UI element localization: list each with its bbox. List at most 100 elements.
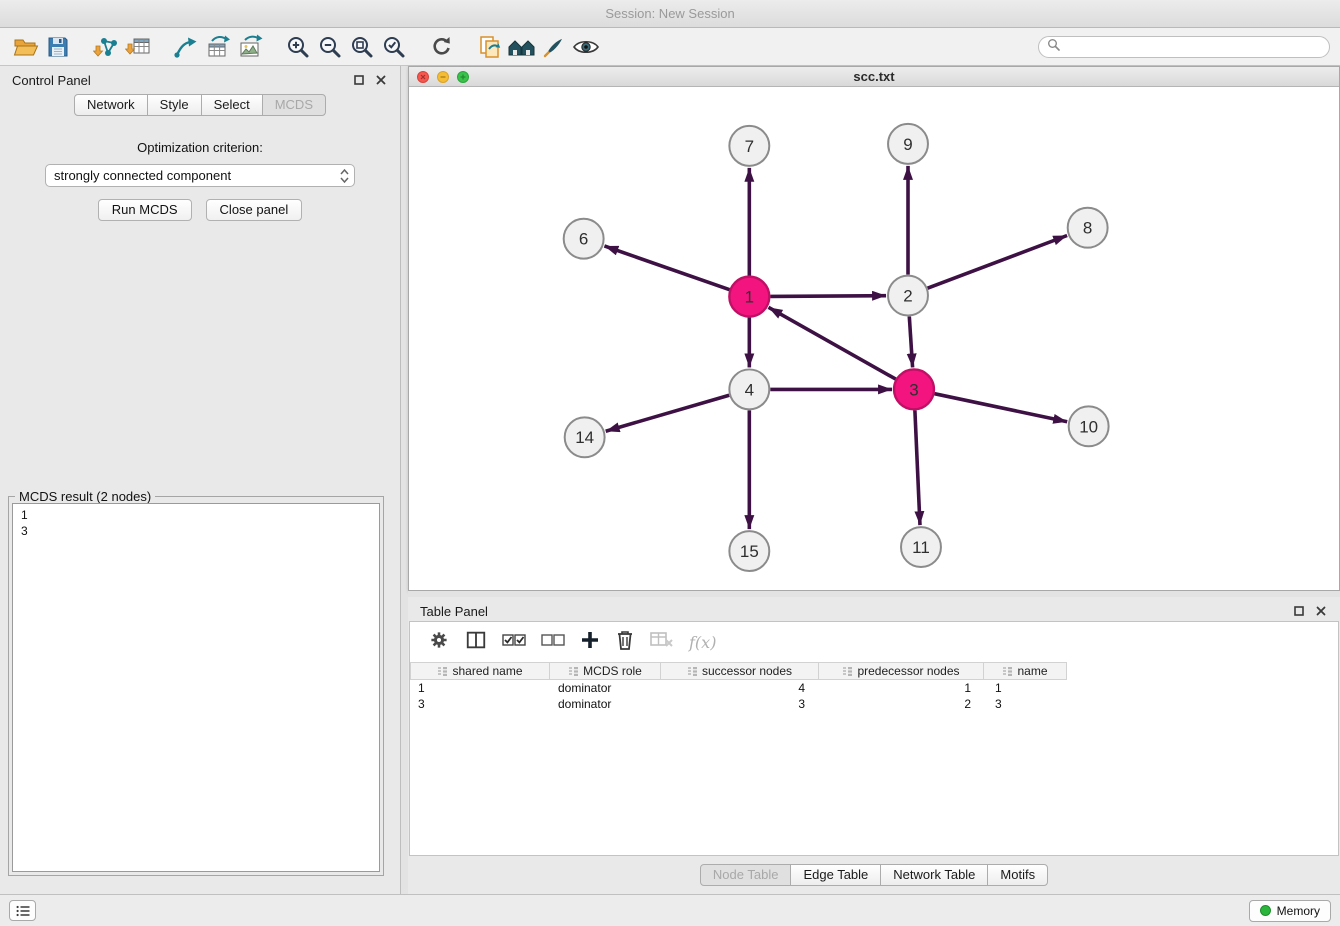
- zoom-in-icon[interactable]: [282, 31, 314, 63]
- zoom-fit-icon[interactable]: [346, 31, 378, 63]
- graph-node-10[interactable]: 10: [1069, 406, 1109, 446]
- table-toolbar: f(x): [410, 622, 1338, 662]
- import-network-icon[interactable]: [90, 31, 122, 63]
- eye-icon[interactable]: [570, 31, 602, 63]
- node-table-region: f(x) shared name MCDS role successor nod…: [409, 621, 1339, 856]
- svg-text:1: 1: [745, 288, 754, 307]
- tab-edge-table[interactable]: Edge Table: [790, 864, 881, 886]
- app-title: Session: New Session: [605, 6, 734, 21]
- svg-text:2: 2: [903, 287, 912, 306]
- graph-edge-1-6[interactable]: [604, 246, 729, 290]
- svg-text:3: 3: [909, 380, 918, 399]
- control-panel-tabs: Network Style Select MCDS: [0, 94, 400, 116]
- tab-node-table[interactable]: Node Table: [700, 864, 792, 886]
- graph-edge-4-14[interactable]: [606, 395, 729, 431]
- zoom-selected-icon[interactable]: [378, 31, 410, 63]
- network-window-title: scc.txt: [853, 69, 894, 84]
- graph-node-3[interactable]: 3: [894, 369, 934, 409]
- graph-node-15[interactable]: 15: [729, 531, 769, 571]
- delete-table-icon: [650, 631, 674, 654]
- add-column-icon[interactable]: [580, 630, 600, 655]
- export-image-icon[interactable]: [234, 31, 266, 63]
- graph-edge-2-8[interactable]: [928, 236, 1068, 289]
- svg-text:15: 15: [740, 542, 759, 561]
- close-panel-button[interactable]: Close panel: [206, 199, 303, 221]
- graph-node-9[interactable]: 9: [888, 124, 928, 164]
- table-panel-title: Table Panel: [420, 604, 1284, 619]
- refresh-icon[interactable]: [426, 31, 458, 63]
- tab-network-table[interactable]: Network Table: [880, 864, 988, 886]
- copy-view-icon[interactable]: [474, 31, 506, 63]
- graph-edge-1-2[interactable]: [770, 296, 886, 297]
- mcds-result-title: MCDS result (2 nodes): [15, 489, 155, 504]
- float-table-panel-icon[interactable]: [1292, 604, 1306, 618]
- menu-list-icon[interactable]: [9, 900, 36, 921]
- run-mcds-button[interactable]: Run MCDS: [98, 199, 192, 221]
- table-panel-tabs: Node Table Edge Table Network Table Moti…: [408, 864, 1340, 886]
- close-table-panel-icon[interactable]: [1314, 604, 1328, 618]
- graph-edge-3-10[interactable]: [934, 394, 1067, 422]
- table-cell: 1: [987, 681, 1071, 695]
- graph-edge-3-11[interactable]: [915, 410, 920, 525]
- float-panel-icon[interactable]: [352, 73, 366, 87]
- close-window-icon[interactable]: [417, 71, 429, 83]
- table-cell: dominator: [550, 697, 662, 711]
- close-panel-icon[interactable]: [374, 73, 388, 87]
- table-cell: dominator: [550, 681, 662, 695]
- svg-text:8: 8: [1083, 219, 1092, 238]
- memory-status-icon: [1260, 905, 1271, 916]
- import-table-icon[interactable]: [122, 31, 154, 63]
- svg-text:9: 9: [903, 135, 912, 154]
- tab-network[interactable]: Network: [74, 94, 148, 116]
- graph-node-7[interactable]: 7: [729, 126, 769, 166]
- column-header-shared-name[interactable]: shared name: [410, 662, 550, 680]
- tab-mcds[interactable]: MCDS: [262, 94, 326, 116]
- column-header-mcds-role[interactable]: MCDS role: [549, 662, 661, 680]
- mcds-result-group: MCDS result (2 nodes) 1 3: [8, 496, 384, 876]
- tab-select[interactable]: Select: [201, 94, 263, 116]
- network-table-icon[interactable]: [202, 31, 234, 63]
- memory-button[interactable]: Memory: [1249, 900, 1331, 922]
- open-folder-icon[interactable]: [10, 31, 42, 63]
- graph-edge-3-1[interactable]: [768, 307, 895, 379]
- minimize-window-icon[interactable]: [437, 71, 449, 83]
- select-all-icon[interactable]: [502, 631, 526, 654]
- table-panel: Table Panel: [408, 597, 1340, 890]
- graph-node-14[interactable]: 14: [565, 417, 605, 457]
- search-input[interactable]: [1064, 40, 1321, 55]
- network-canvas[interactable]: 7 9 6 8 1 2 4 3 14 10 15 11: [409, 87, 1339, 590]
- mcds-result-box: 1 3: [12, 503, 380, 872]
- graph-node-1[interactable]: 1: [729, 277, 769, 317]
- apply-style-icon[interactable]: [538, 31, 570, 63]
- toggle-columns-icon[interactable]: [465, 629, 487, 656]
- zoom-out-icon[interactable]: [314, 31, 346, 63]
- column-header-successor-nodes[interactable]: successor nodes: [660, 662, 819, 680]
- graph-node-6[interactable]: 6: [564, 219, 604, 259]
- table-row[interactable]: 3dominator323: [410, 696, 1338, 712]
- control-panel: Control Panel Network Style Select MCDS …: [0, 66, 401, 894]
- graph-node-8[interactable]: 8: [1068, 208, 1108, 248]
- column-header-name[interactable]: name: [983, 662, 1067, 680]
- vertical-splitter[interactable]: [401, 66, 408, 894]
- graph-node-2[interactable]: 2: [888, 276, 928, 316]
- column-header-predecessor-nodes[interactable]: predecessor nodes: [818, 662, 984, 680]
- graph-node-4[interactable]: 4: [729, 369, 769, 409]
- search-field[interactable]: [1038, 36, 1330, 58]
- clone-network-icon[interactable]: [170, 31, 202, 63]
- deselect-all-icon[interactable]: [541, 631, 565, 654]
- gear-icon[interactable]: [428, 629, 450, 656]
- maximize-window-icon[interactable]: [457, 71, 469, 83]
- save-icon[interactable]: [42, 31, 74, 63]
- home-layout-icon[interactable]: [506, 31, 538, 63]
- column-options-icon: [437, 666, 448, 676]
- graph-node-11[interactable]: 11: [901, 527, 941, 567]
- delete-columns-icon[interactable]: [615, 629, 635, 656]
- network-canvas-svg: 7 9 6 8 1 2 4 3 14 10 15 11: [409, 87, 1339, 590]
- table-row[interactable]: 1dominator411: [410, 680, 1338, 696]
- graph-edge-2-3[interactable]: [909, 317, 912, 368]
- svg-text:7: 7: [745, 137, 754, 156]
- tab-motifs[interactable]: Motifs: [987, 864, 1048, 886]
- chevron-updown-icon: [340, 168, 349, 187]
- tab-style[interactable]: Style: [147, 94, 202, 116]
- criterion-dropdown[interactable]: strongly connected component: [45, 164, 355, 187]
